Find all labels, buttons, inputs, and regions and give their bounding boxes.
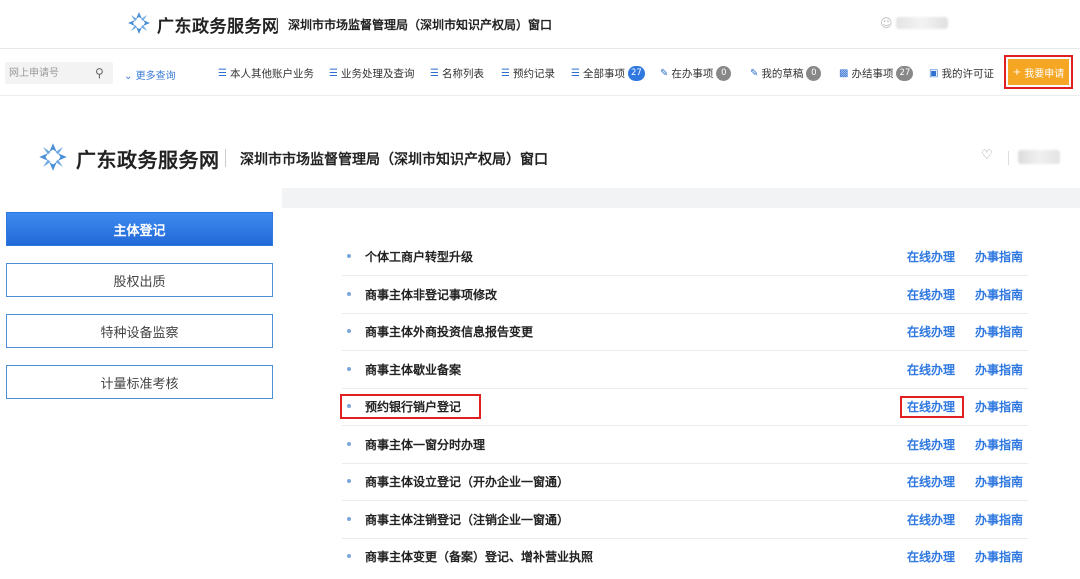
list-item: 商事主体变更（备案）登记、增补营业执照 在线办理 办事指南 xyxy=(342,538,1028,576)
service-title: 个体工商户转型升级 xyxy=(365,250,474,264)
nav-appointment-records[interactable]: ☰ 预约记录 xyxy=(501,66,555,81)
nav-my-drafts[interactable]: ✎ 我的草稿 0 xyxy=(750,66,822,81)
guide-link[interactable]: 办事指南 xyxy=(975,473,1023,490)
list-item: 商事主体设立登记（开办企业一窗通） 在线办理 办事指南 xyxy=(342,463,1028,501)
window-title: 深圳市市场监督管理局（深圳市知识产权局）窗口 xyxy=(288,18,553,32)
user-icon[interactable]: ☺ xyxy=(880,16,893,30)
nav-name-list[interactable]: ☰ 名称列表 xyxy=(430,66,484,81)
online-apply-link[interactable]: 在线办理 xyxy=(907,361,955,378)
highlight-box xyxy=(900,396,964,418)
list-item: 商事主体外商投资信息报告变更 在线办理 办事指南 xyxy=(342,313,1028,351)
guide-link[interactable]: 办事指南 xyxy=(975,361,1023,378)
guide-link[interactable]: 办事指南 xyxy=(975,248,1023,265)
sidebar: 主体登记 股权出质 特种设备监察 计量标准考核 xyxy=(0,188,282,579)
online-apply-link[interactable]: 在线办理 xyxy=(907,436,955,453)
online-apply-link[interactable]: 在线办理 xyxy=(907,473,955,490)
online-apply-link[interactable]: 在线办理 xyxy=(907,323,955,340)
nav-all-items[interactable]: ☰ 全部事项 27 xyxy=(571,66,645,81)
sidebar-item-measurement-standard[interactable]: 计量标准考核 xyxy=(6,365,273,399)
window-title: 深圳市市场监督管理局（深圳市知识产权局）窗口 xyxy=(240,152,548,168)
site-brand[interactable]: 广东政务服务网 xyxy=(76,144,220,173)
plus-icon: + xyxy=(1012,66,1025,78)
bullet-icon xyxy=(347,292,351,296)
list-icon: ☰ xyxy=(430,68,439,79)
id-card-icon: ▣ xyxy=(929,68,939,79)
count-badge: 0 xyxy=(806,66,822,81)
divider xyxy=(276,17,277,31)
service-title: 商事主体一窗分时办理 xyxy=(365,438,486,452)
online-apply-link[interactable]: 在线办理 xyxy=(907,248,955,265)
list-item: 商事主体注销登记（注销企业一窗通） 在线办理 办事指南 xyxy=(342,501,1028,539)
toolbar: ⚲ ⌄ 更多查询 ☰本人其他账户业务 ☰业务处理及查询 ☰名称列表 ☰预约记录 … xyxy=(0,49,1080,95)
nav-other-accounts[interactable]: ☰ 本人其他账户业务 xyxy=(218,66,314,81)
service-title: 商事主体变更（备案）登记、增补营业执照 xyxy=(365,550,594,564)
bell-icon[interactable]: ♡ xyxy=(981,148,993,163)
sidebar-item-special-equipment[interactable]: 特种设备监察 xyxy=(6,314,273,348)
bullet-icon xyxy=(347,367,351,371)
list-icon: ☰ xyxy=(329,68,338,79)
guide-link[interactable]: 办事指南 xyxy=(975,398,1023,415)
service-title: 商事主体外商投资信息报告变更 xyxy=(365,325,534,339)
nav-business-query[interactable]: ☰ 业务处理及查询 xyxy=(329,66,414,81)
bullet-icon xyxy=(347,554,351,558)
bullet-icon xyxy=(347,479,351,483)
list-item: 商事主体非登记事项修改 在线办理 办事指南 xyxy=(342,276,1028,314)
list-icon: ☰ xyxy=(571,68,580,79)
nav-in-progress[interactable]: ✎ 在办事项 0 xyxy=(660,66,732,81)
count-badge: 0 xyxy=(716,66,732,81)
edit-icon: ✎ xyxy=(660,68,669,79)
guide-link[interactable]: 办事指南 xyxy=(975,511,1023,528)
service-title: 商事主体注销登记（注销企业一窗通） xyxy=(365,513,570,527)
bullet-icon xyxy=(347,442,351,446)
top-header: 广东政务服务网 深圳市市场监督管理局（深圳市知识产权局）窗口 ☺ xyxy=(0,0,1080,48)
site-brand[interactable]: 广东政务服务网 xyxy=(157,12,280,37)
service-title: 商事主体歇业备案 xyxy=(365,363,462,377)
guide-link[interactable]: 办事指南 xyxy=(975,436,1023,453)
service-title: 商事主体非登记事项修改 xyxy=(365,288,498,302)
logo-icon xyxy=(39,143,67,171)
search-box: ⚲ xyxy=(5,62,113,84)
list-item: 商事主体歇业备案 在线办理 办事指南 xyxy=(342,351,1028,389)
apply-highlight: + 我要申请 xyxy=(1004,55,1073,89)
more-query-link[interactable]: ⌄ 更多查询 xyxy=(124,67,176,82)
count-badge: 27 xyxy=(627,66,645,81)
bullet-icon xyxy=(347,517,351,521)
highlight-box xyxy=(340,394,481,419)
online-apply-link[interactable]: 在线办理 xyxy=(907,511,955,528)
search-icon[interactable]: ⚲ xyxy=(95,66,104,80)
apply-button[interactable]: + 我要申请 xyxy=(1008,59,1069,85)
window-header: 广东政务服务网 深圳市市场监督管理局（深圳市知识产权局）窗口 ♡ xyxy=(0,96,1080,188)
list-item: 个体工商户转型升级 在线办理 办事指南 xyxy=(342,238,1028,276)
nav-completed[interactable]: ▩ 办结事项 27 xyxy=(839,66,914,81)
online-apply-link[interactable]: 在线办理 xyxy=(907,548,955,565)
count-badge: 27 xyxy=(896,66,914,81)
guide-link[interactable]: 办事指南 xyxy=(975,548,1023,565)
nav-my-licenses[interactable]: ▣ 我的许可证 xyxy=(929,66,994,81)
sidebar-item-equity-pledge[interactable]: 股权出质 xyxy=(6,263,273,297)
bullet-icon xyxy=(347,329,351,333)
list-icon: ☰ xyxy=(218,68,227,79)
blurred-username[interactable] xyxy=(896,17,948,29)
search-input[interactable] xyxy=(9,62,89,84)
service-title: 商事主体设立登记（开办企业一窗通） xyxy=(365,475,570,489)
divider xyxy=(225,149,226,167)
divider xyxy=(1008,151,1009,165)
chevron-down-icon: ⌄ xyxy=(124,71,133,82)
bullet-icon xyxy=(347,254,351,258)
guide-link[interactable]: 办事指南 xyxy=(975,323,1023,340)
logo-icon xyxy=(128,12,150,34)
list-item: 商事主体一窗分时办理 在线办理 办事指南 xyxy=(342,426,1028,464)
sidebar-item-entity-registration[interactable]: 主体登记 xyxy=(6,212,273,246)
guide-link[interactable]: 办事指南 xyxy=(975,286,1023,303)
briefcase-icon: ▩ xyxy=(839,68,849,79)
edit-icon: ✎ xyxy=(750,68,759,79)
blurred-username[interactable] xyxy=(1018,150,1060,164)
online-apply-link[interactable]: 在线办理 xyxy=(907,286,955,303)
list-icon: ☰ xyxy=(501,68,510,79)
